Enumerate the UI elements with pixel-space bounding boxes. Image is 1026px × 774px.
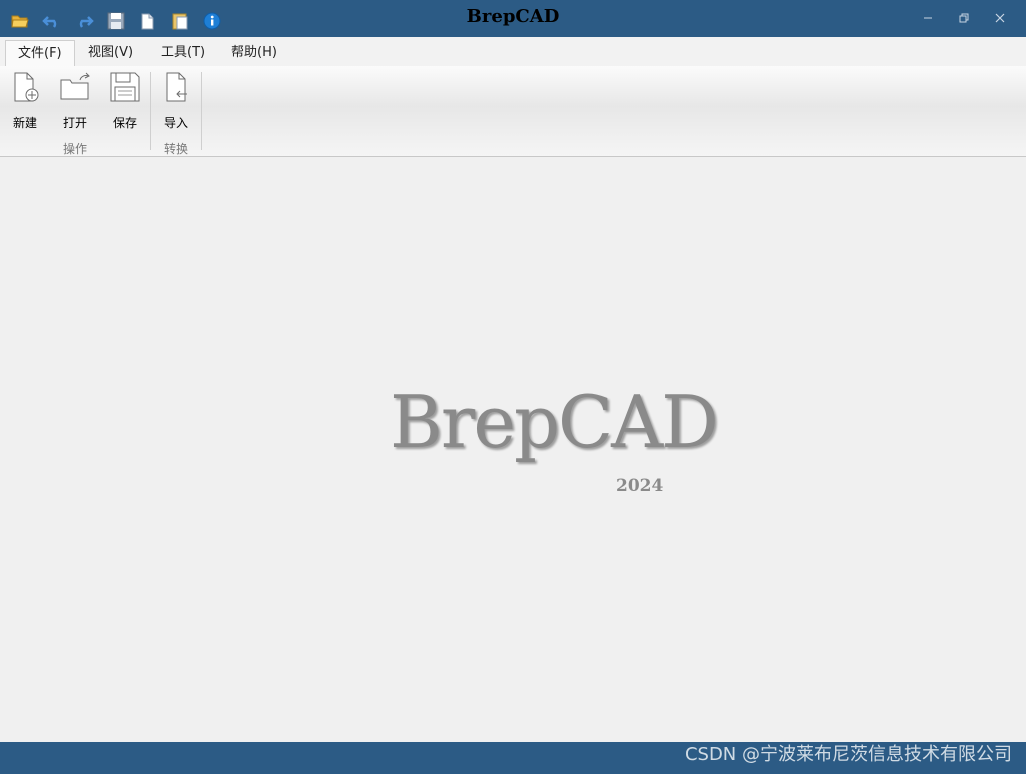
window-controls [910, 4, 1018, 32]
tab-view[interactable]: 视图(V) [76, 40, 145, 65]
splash-year: 2024 [616, 476, 664, 496]
restore-icon [959, 13, 969, 23]
main-workspace[interactable]: BrepCAD 2024 [0, 157, 1026, 742]
ribbon-group-separator [201, 72, 202, 150]
tab-file[interactable]: 文件(F) [5, 40, 75, 66]
save-button[interactable]: 保存 [102, 70, 148, 132]
close-icon [995, 13, 1005, 23]
title-bar: BrepCAD [0, 0, 1026, 37]
minimize-icon [924, 17, 932, 19]
restore-button[interactable] [946, 4, 982, 32]
watermark-text: CSDN @宁波莱布尼茨信息技术有限公司 [684, 744, 1012, 765]
ribbon-tab-bar: 文件(F) 视图(V) 工具(T) 帮助(H) [0, 37, 1026, 67]
ribbon-panel: 新建 打开 保存 操作 导入 转换 [0, 66, 1026, 157]
new-button[interactable]: 新建 [2, 70, 48, 132]
group-label-convert: 转换 [163, 142, 188, 156]
splash-app-name: BrepCAD [390, 380, 719, 464]
import-icon [166, 72, 187, 102]
save-button-label: 保存 [112, 116, 137, 130]
close-button[interactable] [982, 4, 1018, 32]
tab-help[interactable]: 帮助(H) [219, 40, 289, 65]
open-folder-icon [60, 72, 90, 100]
group-label-operations: 操作 [62, 142, 87, 156]
window-title: BrepCAD [466, 6, 560, 27]
open-button[interactable]: 打开 [52, 70, 98, 132]
import-button-label: 导入 [163, 116, 188, 130]
import-button[interactable]: 导入 [153, 70, 199, 132]
new-file-icon [14, 72, 39, 102]
open-button-label: 打开 [62, 116, 87, 130]
minimize-button[interactable] [910, 4, 946, 32]
save-disk-icon [110, 72, 140, 102]
new-button-label: 新建 [12, 116, 37, 130]
ribbon-group-separator [150, 72, 151, 150]
status-bar: CSDN @宁波莱布尼茨信息技术有限公司 [0, 742, 1026, 774]
tab-tools[interactable]: 工具(T) [149, 40, 217, 65]
